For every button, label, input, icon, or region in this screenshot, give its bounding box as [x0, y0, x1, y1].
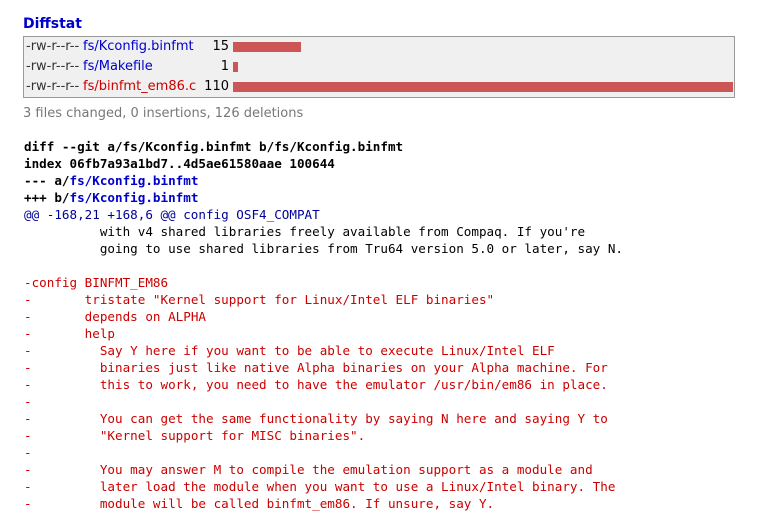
diff-index-line: index 06fb7a93a1bd7..4d5ae61580aae 10064… [24, 156, 335, 171]
deletion-bar [233, 42, 301, 52]
change-graph [233, 42, 733, 52]
old-file-link[interactable]: fs/Kconfig.binfmt [70, 173, 199, 188]
deleted-line: - You may answer M to compile the emulat… [24, 462, 593, 477]
file-mode: -rw-r--r-- [26, 79, 80, 94]
deleted-line: - tristate "Kernel support for Linux/Int… [24, 292, 495, 307]
new-file-link[interactable]: fs/Kconfig.binfmt [70, 190, 199, 205]
change-count: 110 [204, 79, 229, 94]
deleted-line: - this to work, you need to have the emu… [24, 377, 608, 392]
diffstat-file-link[interactable]: fs/Kconfig.binfmt [83, 37, 194, 57]
diff-new-file-line: +++ b/fs/Kconfig.binfmt [24, 189, 623, 206]
diffstat-row: -rw-r--r-- fs/Kconfig.binfmt 15 [24, 37, 734, 57]
deleted-line: -config BINFMT_EM86 [24, 275, 169, 290]
deleted-line: - help [24, 326, 116, 341]
deleted-line: - "Kernel support for MISC binaries". [24, 428, 366, 443]
change-graph [233, 82, 733, 92]
deleted-line: - [24, 445, 32, 460]
diffstat-row: -rw-r--r-- fs/binfmt_em86.c 110 [24, 77, 734, 97]
diffstat-file-link[interactable]: fs/binfmt_em86.c [83, 77, 196, 97]
deleted-line: - Say Y here if you want to be able to e… [24, 343, 555, 358]
change-count: 15 [212, 39, 229, 54]
file-mode: -rw-r--r-- [26, 39, 80, 54]
deleted-line: - binaries just like native Alpha binari… [24, 360, 608, 375]
diff-header-line: diff --git a/fs/Kconfig.binfmt b/fs/Kcon… [24, 139, 404, 154]
deleted-line: - depends on ALPHA [24, 309, 206, 324]
file-mode: -rw-r--r-- [26, 59, 80, 74]
hunk-header: @@ -168,21 +168,6 @@ config OSF4_COMPAT [24, 207, 320, 222]
change-count: 1 [220, 59, 229, 74]
context-line: with v4 shared libraries freely availabl… [24, 224, 586, 239]
new-file-prefix: +++ b/ [24, 190, 70, 205]
deleted-line: - module will be called binfmt_em86. If … [24, 496, 495, 511]
deleted-line: - later load the module when you want to… [24, 479, 616, 494]
diffstat-heading-link[interactable]: Diffstat [23, 16, 82, 32]
diff-old-file-line: --- a/fs/Kconfig.binfmt [24, 172, 623, 189]
diff-view: diff --git a/fs/Kconfig.binfmt b/fs/Kcon… [24, 138, 623, 512]
deletion-bar [233, 82, 733, 92]
context-line: going to use shared libraries from Tru64… [24, 241, 623, 256]
old-file-prefix: --- a/ [24, 173, 70, 188]
diffstat-summary: 3 files changed, 0 insertions, 126 delet… [23, 106, 304, 121]
deletion-bar [233, 62, 238, 72]
deleted-line: - You can get the same functionality by … [24, 411, 608, 426]
deleted-line: - [24, 394, 32, 409]
diffstat-table: -rw-r--r-- fs/Kconfig.binfmt 15 -rw-r--r… [23, 36, 735, 98]
diffstat-row: -rw-r--r-- fs/Makefile 1 [24, 57, 734, 77]
diffstat-file-link[interactable]: fs/Makefile [83, 57, 153, 77]
change-graph [233, 62, 733, 72]
context-line [24, 257, 623, 274]
